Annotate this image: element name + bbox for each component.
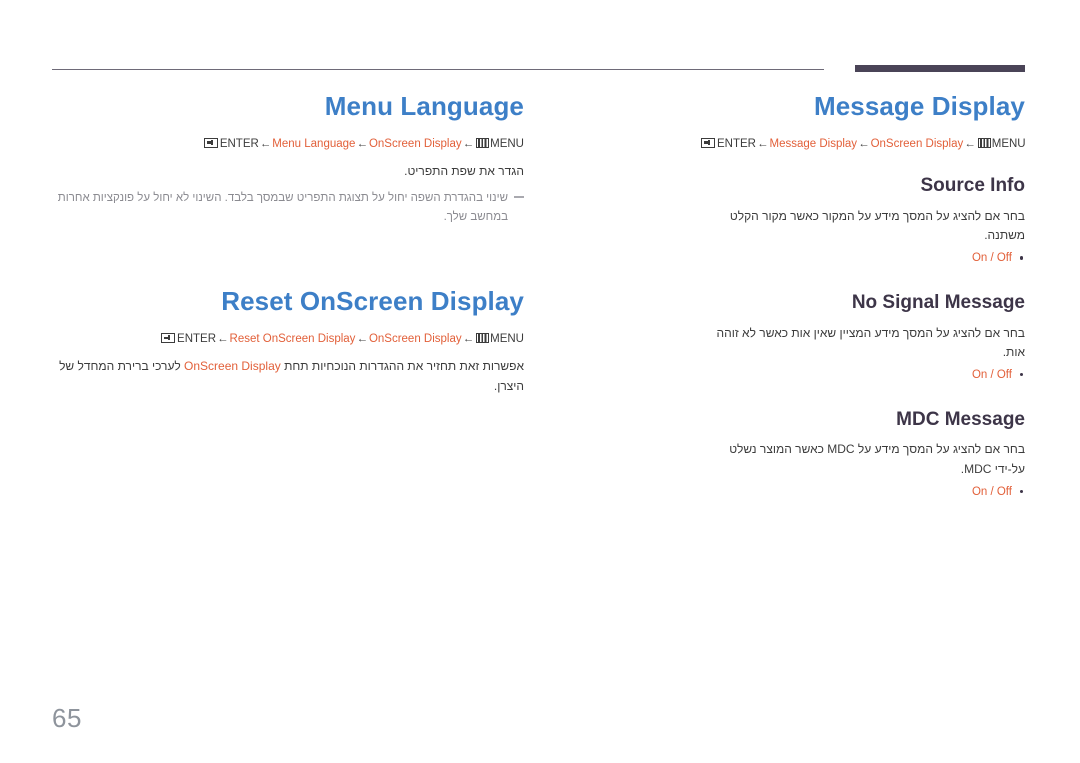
header-rule-left xyxy=(52,69,824,70)
option-label: On / Off xyxy=(971,369,1012,382)
bullet-icon xyxy=(1019,256,1023,260)
breadcrumb-crumb-2[interactable]: Message Display xyxy=(769,138,857,150)
options-list-mdc-message: On / Off xyxy=(700,483,1025,503)
bullet-icon xyxy=(1019,373,1023,377)
block-no-signal-message: No Signal Message בחר אם להציג על המסך מ… xyxy=(700,292,1025,386)
arrow-glyph: ← xyxy=(356,137,368,150)
section-title-message-display: Message Display xyxy=(813,91,1025,121)
breadcrumb-reset-onscreen-display: ENTER←Reset OnScreen Display←OnScreen Di… xyxy=(52,331,524,348)
bullet-icon xyxy=(1019,489,1023,494)
enter-icon xyxy=(161,333,176,344)
description-menu-language: הגדר את שפת התפריט. xyxy=(404,164,524,179)
description-highlight: OnScreen Display xyxy=(184,359,281,374)
arrow-glyph: ← xyxy=(462,333,475,346)
arrow-glyph: ← xyxy=(858,137,870,150)
left-column: Menu Language ENTER←Menu Language←OnScre… xyxy=(52,91,524,400)
menu-icon xyxy=(476,137,490,148)
option-item[interactable]: On / Off xyxy=(700,366,1025,386)
manual-page: Menu Language ENTER←Menu Language←OnScre… xyxy=(0,0,1080,763)
breadcrumb-crumb-1[interactable]: OnScreen Display xyxy=(871,138,964,150)
right-column: Message Display ENTER←Message Display←On… xyxy=(700,91,1026,503)
enter-icon xyxy=(701,137,715,148)
arrow-glyph: ← xyxy=(356,333,368,346)
breadcrumb-menu-language: ENTER←Menu Language←OnScreen Display← MEN… xyxy=(52,136,524,153)
breadcrumb-crumb-2[interactable]: Reset OnScreen Display xyxy=(230,333,356,345)
breadcrumb-crumb-1[interactable]: OnScreen Display xyxy=(369,333,462,345)
description-no-signal-message: בחר אם להציג על המסך מידע המציין שאין או… xyxy=(716,325,1025,359)
option-item[interactable]: On / Off xyxy=(700,483,1025,503)
menu-icon xyxy=(977,137,991,148)
arrow-glyph: ← xyxy=(964,137,976,150)
breadcrumb-message-display: ENTER←Message Display←OnScreen Display← M… xyxy=(700,136,1026,153)
breadcrumb-crumb-2[interactable]: Menu Language xyxy=(272,138,355,150)
option-label: On / Off xyxy=(971,252,1012,265)
description-reset-onscreen-display: אפשרות זאת תחזיר את ההגדרות הנוכחיות תחת… xyxy=(52,357,524,395)
description-part-before: אפשרות זאת תחזיר את ההגדרות הנוכחיות תחת xyxy=(280,359,524,374)
section-title-reset-onscreen-display: Reset OnScreen Display xyxy=(221,286,524,317)
page-number: 65 xyxy=(52,703,82,733)
block-source-info: Source Info בחר אם להציג על המסך מידע על… xyxy=(700,175,1025,269)
breadcrumb-crumb-1[interactable]: OnScreen Display xyxy=(369,138,462,150)
enter-icon xyxy=(203,137,218,148)
block-mdc-message: MDC Message בחר אם להציג על המסך מידע על… xyxy=(700,409,1025,503)
note-text: שינוי בהגדרת השפה יחול על תצוגת התפריט ש… xyxy=(57,192,508,224)
section-title-menu-language: Menu Language xyxy=(324,91,524,121)
options-list-no-signal-message: On / Off xyxy=(700,366,1025,386)
subsection-title-source-info: Source Info xyxy=(920,175,1025,197)
subsection-title-no-signal-message: No Signal Message xyxy=(851,291,1025,313)
note-menu-language: שינוי בהגדרת השפה יחול על תצוגת התפריט ש… xyxy=(52,189,524,227)
arrow-glyph: ← xyxy=(756,137,769,150)
description-mdc-message: בחר אם להציג על המסך מידע על MDC כאשר המ… xyxy=(729,442,1025,476)
menu-icon xyxy=(476,333,490,344)
subsection-title-mdc-message: MDC Message xyxy=(896,408,1025,430)
header-rule-right xyxy=(855,65,1025,72)
description-source-info: בחר אם להציג על המסך מידע על המקור כאשר … xyxy=(729,208,1025,243)
option-label: On / Off xyxy=(971,485,1012,498)
arrow-glyph: ← xyxy=(259,137,272,150)
arrow-glyph: ← xyxy=(217,333,229,346)
arrow-glyph: ← xyxy=(462,137,475,150)
section-menu-language: Menu Language ENTER←Menu Language←OnScre… xyxy=(52,91,524,227)
option-item[interactable]: On / Off xyxy=(700,249,1025,269)
note-dash-marker xyxy=(514,196,524,198)
section-reset-onscreen-display: Reset OnScreen Display ENTER←Reset OnScr… xyxy=(52,286,524,396)
options-list-source-info: On / Off xyxy=(700,249,1025,269)
